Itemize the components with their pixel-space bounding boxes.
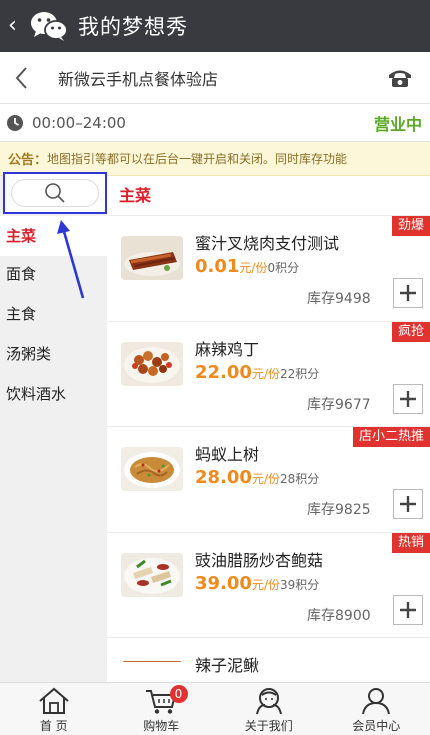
dish-name: 豉油腊肠炒杏鲍菇	[195, 550, 324, 570]
dish-badge: 热销	[391, 532, 430, 553]
dish-name: 蜜汁叉烧肉支付测试	[195, 234, 340, 253]
store-name: 新微云手机点餐体验店	[58, 69, 219, 89]
cart-count-badge: 0	[169, 685, 188, 703]
dish-price: 0.01元/份0积分	[195, 256, 299, 277]
category-item-main[interactable]: 主菜	[0, 216, 107, 256]
dish-stock: 库存9825	[307, 502, 371, 518]
store-header: 新微云手机点餐体验店	[0, 52, 430, 104]
price-value: 39.00	[195, 572, 252, 594]
dish-item[interactable]: 麻辣鸡丁 22.00元/份22积分 库存9677 疯抢	[107, 321, 430, 427]
wechat-page-title: 我的梦想秀	[78, 15, 188, 39]
nav-home[interactable]: 首 页	[0, 683, 108, 735]
nav-cart[interactable]: 0 购物车	[108, 683, 216, 735]
home-icon	[39, 687, 69, 714]
dish-photo	[121, 552, 183, 597]
dish-stock: 库存9498	[307, 291, 371, 307]
dish-badge: 店小二热推	[352, 427, 430, 447]
nav-label: 首 页	[39, 719, 68, 733]
price-unit: 元/份	[239, 261, 268, 275]
wechat-title-bar: ‹ 我的梦想秀	[0, 0, 430, 52]
dish-photo	[121, 236, 183, 280]
nav-label: 关于我们	[244, 719, 293, 733]
dish-stock: 库存9677	[307, 396, 371, 413]
dish-item[interactable]: 蜜汁叉烧肉支付测试 0.01元/份0积分 库存9498 劲爆	[107, 216, 430, 322]
business-hours-bar: 00:00–24:00 营业中	[0, 104, 430, 142]
add-to-cart-button[interactable]	[393, 594, 423, 625]
dish-price: 22.00元/份22积分	[195, 362, 319, 383]
nav-label: 会员中心	[352, 719, 401, 733]
plus-icon	[400, 390, 416, 407]
nav-member[interactable]: 会员中心	[323, 683, 430, 735]
dish-badge: 劲爆	[391, 216, 430, 236]
about-icon	[255, 688, 282, 715]
dish-points: 22积分	[279, 366, 320, 381]
search-highlight	[3, 172, 107, 214]
price-value: 28.00	[195, 467, 252, 488]
wechat-logo-icon	[30, 10, 68, 42]
plus-icon	[400, 285, 416, 301]
plus-icon	[400, 496, 416, 512]
dish-name: 蚂蚁上树	[195, 445, 260, 464]
dish-price: 39.00元/份39积分	[195, 573, 319, 594]
wechat-back-button[interactable]: ‹	[8, 0, 28, 52]
notice-bar: 公告： 地图指引等都可以在后台一键开启和关闭。同时库存功能	[0, 142, 430, 176]
notice-text: 地图指引等都可以在后台一键开启和关闭。同时库存功能	[47, 152, 348, 166]
clock-icon	[6, 114, 24, 132]
dish-stock: 库存8900	[307, 607, 371, 624]
dish-photo	[121, 654, 183, 662]
price-unit: 元/份	[251, 472, 280, 486]
dish-photo	[121, 447, 183, 491]
dish-points: 39积分	[279, 577, 320, 592]
category-item-staple[interactable]: 主食	[0, 294, 107, 334]
dish-item[interactable]: 辣子泥鳅	[107, 638, 430, 682]
bottom-nav: 首 页 0 购物车 关于我们 会员中心	[0, 682, 430, 735]
nav-about[interactable]: 关于我们	[215, 683, 323, 735]
plus-icon	[400, 601, 416, 618]
nav-label: 购物车	[143, 719, 180, 733]
price-value: 0.01	[195, 256, 240, 277]
chevron-left-icon[interactable]	[0, 66, 42, 90]
dish-points: 0积分	[267, 261, 300, 275]
category-item-drinks[interactable]: 饮料酒水	[0, 374, 107, 414]
business-hours: 00:00–24:00	[32, 113, 126, 132]
dish-item[interactable]: 蚂蚁上树 28.00元/份28积分 库存9825 店小二热推	[107, 427, 430, 533]
price-value: 22.00	[195, 361, 252, 383]
category-item-noodles[interactable]: 面食	[0, 254, 107, 294]
open-status: 营业中	[373, 114, 422, 134]
dish-list: 主菜 蜜汁叉烧肉支付测试 0.01元/份0积分 库存9498 劲爆 麻辣鸡丁 2…	[107, 176, 430, 682]
price-unit: 元/份	[251, 577, 280, 592]
annotation-arrow	[57, 220, 85, 299]
search-box[interactable]	[11, 179, 99, 207]
member-icon	[362, 688, 391, 715]
dish-item[interactable]: 豉油腊肠炒杏鲍菇 39.00元/份39积分 库存8900 热销	[107, 532, 430, 638]
add-to-cart-button[interactable]	[393, 489, 423, 519]
dish-badge: 疯抢	[391, 321, 430, 342]
dish-points: 28积分	[279, 472, 320, 486]
dish-name: 麻辣鸡丁	[195, 339, 260, 359]
section-title: 主菜	[107, 176, 430, 216]
dish-photo	[121, 341, 183, 386]
phone-icon[interactable]	[370, 67, 430, 89]
search-icon	[45, 183, 65, 203]
notice-label: 公告：	[8, 153, 48, 168]
add-to-cart-button[interactable]	[393, 278, 423, 308]
category-item-soup[interactable]: 汤粥类	[0, 334, 107, 374]
dish-name: 辣子泥鳅	[195, 656, 260, 675]
price-unit: 元/份	[251, 366, 280, 381]
dish-price: 28.00元/份28积分	[195, 467, 319, 488]
add-to-cart-button[interactable]	[393, 383, 423, 414]
